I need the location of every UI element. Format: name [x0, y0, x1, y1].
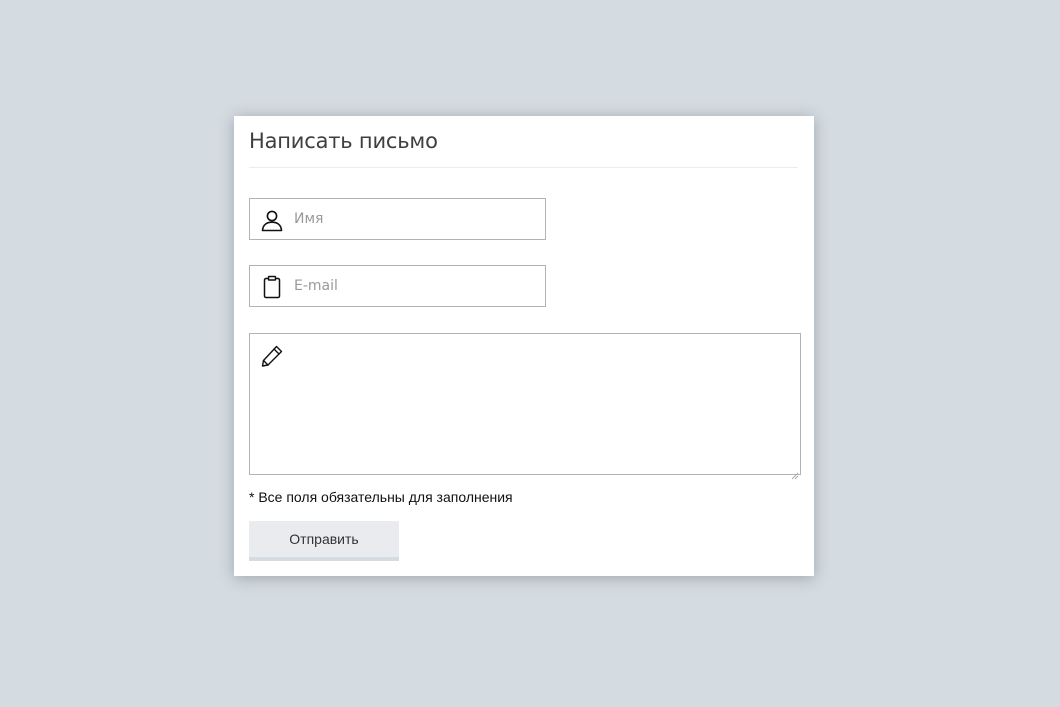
submit-button[interactable]: Отправить — [249, 521, 399, 561]
clipboard-icon — [260, 275, 284, 299]
user-icon — [260, 208, 284, 232]
required-fields-note: * Все поля обязательны для заполнения — [249, 489, 513, 505]
name-input[interactable] — [294, 199, 539, 239]
form-title: Написать письмо — [249, 129, 438, 153]
email-field[interactable] — [249, 265, 546, 307]
pencil-icon — [260, 344, 284, 368]
contact-form-card: Написать письмо Имя E-mail * Все поля об… — [234, 116, 814, 576]
message-field[interactable] — [249, 333, 801, 480]
resize-handle[interactable] — [791, 465, 799, 480]
email-input[interactable] — [294, 266, 539, 306]
message-textarea[interactable] — [294, 342, 792, 464]
title-divider — [249, 167, 798, 168]
name-field[interactable] — [249, 198, 546, 240]
